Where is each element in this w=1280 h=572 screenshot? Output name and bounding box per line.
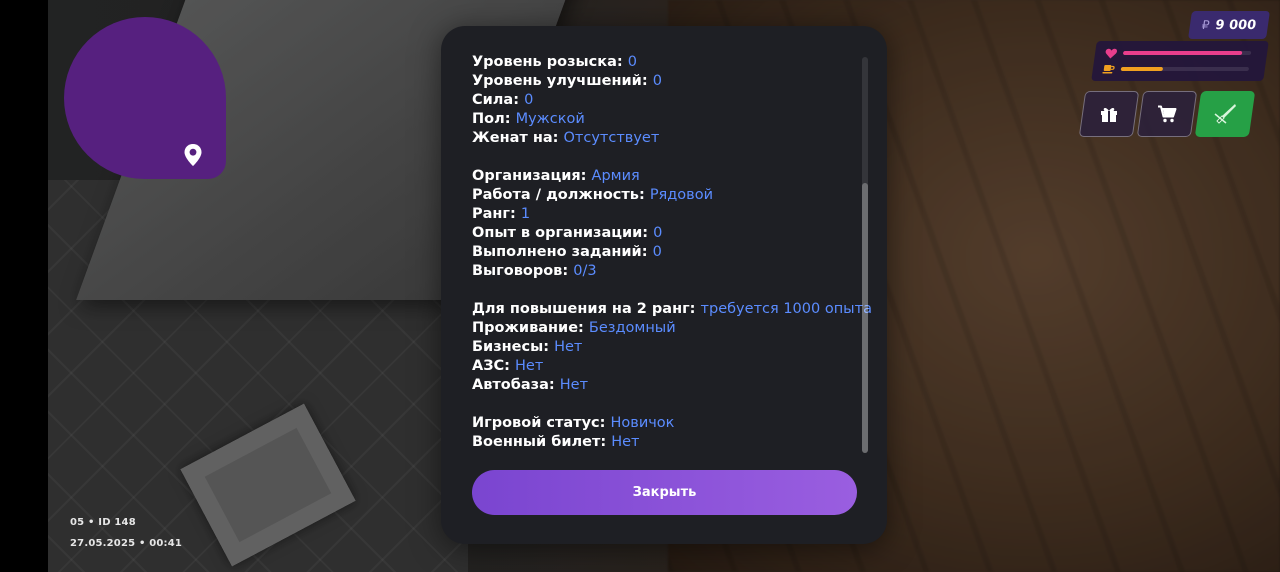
stat-label: Работа / должность: xyxy=(472,187,645,203)
stats-list: Уровень розыска: 0 Уровень улучшений: 0 Си… xyxy=(472,53,872,452)
stat-value: Рядовой xyxy=(649,187,714,203)
scrollbar-thumb[interactable] xyxy=(862,183,868,453)
stat-row: Сила: 0 xyxy=(472,91,857,110)
health-row xyxy=(1104,47,1252,59)
stat-row: Уровень розыска: 0 xyxy=(472,53,857,72)
hunger-bar xyxy=(1120,67,1250,71)
stat-label: Проживание: xyxy=(472,320,584,336)
knife-icon xyxy=(1214,104,1236,124)
stat-label: Сила: xyxy=(472,92,520,108)
hunger-row xyxy=(1102,63,1250,75)
stat-label: Автобаза: xyxy=(472,377,555,393)
stats-spacer xyxy=(472,395,857,414)
stats-spacer xyxy=(472,281,857,300)
stat-row: Игровой статус: Новичок xyxy=(472,414,857,433)
stat-label: Игровой статус: xyxy=(472,415,606,431)
stat-value: Бездомный xyxy=(588,320,676,336)
stat-label: Для повышения на 2 ранг: xyxy=(472,301,696,317)
player-stats-dialog: Уровень розыска: 0 Уровень улучшений: 0 Си… xyxy=(441,26,887,544)
cup-icon xyxy=(1102,65,1115,74)
stat-row: Автобаза: Нет xyxy=(472,376,857,395)
currency-icon: ₽ xyxy=(1200,18,1211,32)
money-value: 9 000 xyxy=(1214,17,1258,33)
stat-label: Уровень розыска: xyxy=(472,54,623,70)
stats-spacer xyxy=(472,148,857,167)
stat-value: Нет xyxy=(559,377,589,393)
stat-value: Отсутствует xyxy=(563,130,660,146)
server-id-label: 05 • ID 148 xyxy=(70,517,136,528)
stat-value: Нет xyxy=(611,434,640,450)
cart-icon xyxy=(1158,105,1177,123)
stat-row: Опыт в организации: 0 xyxy=(472,224,857,243)
stat-label: Женат на: xyxy=(472,130,559,146)
weapon-button[interactable] xyxy=(1194,91,1256,137)
datetime-label: 27.05.2025 • 00:41 xyxy=(70,538,183,549)
stat-row: Выговоров: 0/3 xyxy=(472,262,857,281)
stat-value: 0/3 xyxy=(573,263,597,279)
health-bar-fill xyxy=(1122,51,1243,55)
stat-value: Новичок xyxy=(610,415,675,431)
stat-label: Уровень улучшений: xyxy=(472,73,648,89)
stat-row: Ранг: 1 xyxy=(472,205,857,224)
stat-label: Организация: xyxy=(472,168,587,184)
stat-row: Проживание: Бездомный xyxy=(472,319,857,338)
hunger-bar-fill xyxy=(1120,67,1164,71)
stat-row: АЗС: Нет xyxy=(472,357,857,376)
stat-row: Пол: Мужской xyxy=(472,110,857,129)
stat-label: Пол: xyxy=(472,111,511,127)
stat-label: Выговоров: xyxy=(472,263,569,279)
stat-value: Мужской xyxy=(515,111,585,127)
stat-label: Опыт в организации: xyxy=(472,225,649,241)
stat-value: требуется 1000 опыта xyxy=(700,301,872,317)
stat-value: 0 xyxy=(627,54,637,70)
player-status-panel xyxy=(1091,41,1269,81)
stat-value: 0 xyxy=(524,92,534,108)
stat-row: Уровень улучшений: 0 xyxy=(472,72,857,91)
stat-row: Выполнено заданий: 0 xyxy=(472,243,857,262)
gift-icon xyxy=(1101,107,1117,122)
map-pin-icon xyxy=(184,144,202,166)
stat-value: 0 xyxy=(653,225,663,241)
stat-row: Военный билет: Нет xyxy=(472,433,857,452)
stat-label: Ранг: xyxy=(472,206,516,222)
stat-row: Работа / должность: Рядовой xyxy=(472,186,857,205)
shop-button[interactable] xyxy=(1136,91,1198,137)
stat-value: Нет xyxy=(515,358,544,374)
stat-value: 0 xyxy=(652,73,662,89)
stat-value: Армия xyxy=(591,168,640,184)
stat-label: Бизнесы: xyxy=(472,339,549,355)
stat-value: 1 xyxy=(520,206,531,222)
scrollbar[interactable] xyxy=(862,57,868,453)
stat-row: Бизнесы: Нет xyxy=(472,338,857,357)
money-display: ₽ 9 000 xyxy=(1188,11,1270,39)
stat-label: Выполнено заданий: xyxy=(472,244,648,260)
heart-icon xyxy=(1105,48,1118,58)
gift-button[interactable] xyxy=(1078,91,1140,137)
stat-row: Организация: Армия xyxy=(472,167,857,186)
health-bar xyxy=(1122,51,1252,55)
close-button[interactable]: Закрыть xyxy=(472,470,857,515)
stat-row: Для повышения на 2 ранг: требуется 1000 … xyxy=(472,300,872,319)
stat-label: АЗС: xyxy=(472,358,510,374)
stat-value: 0 xyxy=(652,244,662,260)
stat-row: Женат на: Отсутствует xyxy=(472,129,857,148)
stat-value: Нет xyxy=(554,339,583,355)
stat-label: Военный билет: xyxy=(472,434,607,450)
